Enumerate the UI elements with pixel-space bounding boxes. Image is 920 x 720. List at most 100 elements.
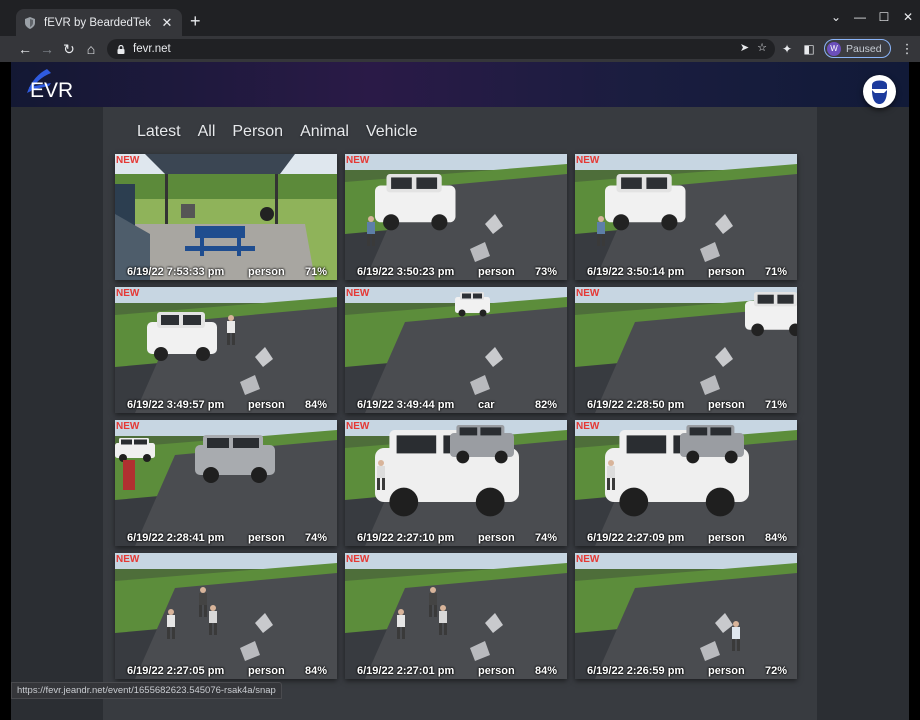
new-badge: NEW (116, 421, 140, 432)
browser-tab[interactable]: fEVR by BeardedTek ✕ (16, 9, 182, 36)
event-label: car (478, 399, 495, 411)
status-url: https://fevr.jeandr.net/event/1655682623… (17, 685, 276, 696)
event-label: person (708, 532, 745, 544)
event-confidence: 71% (764, 399, 787, 411)
minimize-icon[interactable]: — (848, 10, 872, 24)
page: EVR Latest All Person Animal Vehicle NEW… (11, 62, 909, 720)
event-datetime: 6/19/22 7:53:33 pm (127, 266, 225, 278)
send-icon[interactable]: ➤ (740, 41, 749, 54)
reload-icon[interactable]: ↻ (58, 40, 80, 58)
side-panel-icon[interactable]: ◧ (802, 42, 816, 56)
event-caption: 6/19/22 7:53:33 pm person 71% (115, 264, 337, 280)
event-card[interactable]: NEW 6/19/22 2:28:50 pm person 71% (575, 287, 797, 413)
event-confidence: 82% (534, 399, 557, 411)
event-card[interactable]: NEW 6/19/22 2:26:59 pm person 72% (575, 553, 797, 679)
tab-title: fEVR by BeardedTek (44, 16, 151, 29)
new-tab-button[interactable]: + (190, 12, 201, 30)
event-card[interactable]: NEW 6/19/22 3:49:44 pm car 82% (345, 287, 567, 413)
event-caption: 6/19/22 3:49:57 pm person 84% (115, 397, 337, 413)
event-caption: 6/19/22 2:26:59 pm person 72% (575, 663, 797, 679)
event-snapshot (115, 553, 337, 679)
event-snapshot (575, 420, 797, 546)
address-bar[interactable]: fevr.net ➤ ☆ (107, 39, 775, 59)
new-badge: NEW (116, 288, 140, 299)
event-datetime: 6/19/22 2:28:50 pm (587, 399, 685, 411)
event-snapshot (345, 420, 567, 546)
event-confidence: 84% (304, 665, 327, 677)
back-icon[interactable]: ← (14, 40, 36, 58)
event-confidence: 73% (534, 266, 557, 278)
event-confidence: 71% (304, 266, 327, 278)
event-snapshot (115, 154, 337, 280)
browser-menu-icon[interactable]: ⋮ (901, 41, 914, 57)
event-card[interactable]: NEW 6/19/22 3:49:57 pm person 84% (115, 287, 337, 413)
event-datetime: 6/19/22 2:27:10 pm (357, 532, 455, 544)
new-badge: NEW (346, 421, 370, 432)
event-datetime: 6/19/22 3:50:14 pm (587, 266, 685, 278)
filter-nav: Latest All Person Animal Vehicle (137, 123, 435, 141)
home-icon[interactable]: ⌂ (80, 40, 102, 58)
event-datetime: 6/19/22 2:27:01 pm (357, 665, 455, 677)
new-badge: NEW (576, 288, 600, 299)
profile-avatar: W (827, 41, 841, 56)
new-badge: NEW (346, 288, 370, 299)
event-card[interactable]: NEW 6/19/22 7:53:33 pm person 71% (115, 154, 337, 280)
event-card[interactable]: NEW 6/19/22 2:27:10 pm person 74% (345, 420, 567, 546)
new-badge: NEW (116, 554, 140, 565)
shield-favicon-icon (25, 16, 35, 29)
event-caption: 6/19/22 2:28:50 pm person 71% (575, 397, 797, 413)
event-snapshot (575, 287, 797, 413)
event-datetime: 6/19/22 2:28:41 pm (127, 532, 225, 544)
event-datetime: 6/19/22 3:49:44 pm (357, 399, 455, 411)
close-window-icon[interactable]: ✕ (896, 10, 920, 24)
event-snapshot (115, 287, 337, 413)
event-caption: 6/19/22 3:50:14 pm person 71% (575, 264, 797, 280)
browser-tabstrip: fEVR by BeardedTek ✕ + ⌄ — ☐ ✕ (0, 0, 920, 36)
extensions-icon[interactable]: ✦ (780, 42, 794, 56)
event-card[interactable]: NEW 6/19/22 2:27:05 pm person 84% (115, 553, 337, 679)
event-label: person (478, 665, 515, 677)
event-snapshot (575, 553, 797, 679)
tab-close-icon[interactable]: ✕ (160, 15, 174, 31)
event-card[interactable]: NEW 6/19/22 2:28:41 pm person 74% (115, 420, 337, 546)
event-label: person (708, 399, 745, 411)
new-badge: NEW (576, 554, 600, 565)
event-card[interactable]: NEW 6/19/22 3:50:23 pm person 73% (345, 154, 567, 280)
event-datetime: 6/19/22 3:50:23 pm (357, 266, 455, 278)
app-header: EVR (11, 62, 909, 108)
tab-search-icon[interactable]: ⌄ (824, 10, 848, 24)
bookmark-star-icon[interactable]: ☆ (757, 41, 767, 54)
status-bar: https://fevr.jeandr.net/event/1655682623… (11, 682, 282, 699)
event-confidence: 84% (534, 665, 557, 677)
profile-button[interactable]: W Paused (824, 39, 891, 58)
filter-latest[interactable]: Latest (137, 123, 181, 141)
event-caption: 6/19/22 2:27:05 pm person 84% (115, 663, 337, 679)
maximize-icon[interactable]: ☐ (872, 10, 896, 24)
event-label: person (478, 266, 515, 278)
event-label: person (478, 532, 515, 544)
event-confidence: 74% (304, 532, 327, 544)
fevr-logo[interactable]: EVR (21, 67, 81, 107)
event-confidence: 72% (764, 665, 787, 677)
profile-status: Paused (846, 42, 882, 55)
filter-vehicle[interactable]: Vehicle (366, 123, 418, 141)
filter-person[interactable]: Person (232, 123, 283, 141)
event-confidence: 74% (534, 532, 557, 544)
event-label: person (248, 532, 285, 544)
filter-animal[interactable]: Animal (300, 123, 349, 141)
event-label: person (708, 266, 745, 278)
event-card[interactable]: NEW 6/19/22 3:50:14 pm person 71% (575, 154, 797, 280)
event-datetime: 6/19/22 2:26:59 pm (587, 665, 685, 677)
event-card[interactable]: NEW 6/19/22 2:27:01 pm person 84% (345, 553, 567, 679)
event-caption: 6/19/22 3:50:23 pm person 73% (345, 264, 567, 280)
bearded-avatar-icon (864, 76, 895, 107)
event-label: person (248, 399, 285, 411)
event-snapshot (345, 553, 567, 679)
browser-toolbar: ← → ↻ ⌂ fevr.net ➤ ☆ ✦ ◧ W Paused ⋮ (0, 36, 920, 62)
event-confidence: 71% (764, 266, 787, 278)
user-avatar[interactable] (863, 75, 896, 108)
event-card[interactable]: NEW 6/19/22 2:27:09 pm person 84% (575, 420, 797, 546)
forward-icon[interactable]: → (36, 40, 58, 58)
filter-all[interactable]: All (198, 123, 216, 141)
event-confidence: 84% (764, 532, 787, 544)
